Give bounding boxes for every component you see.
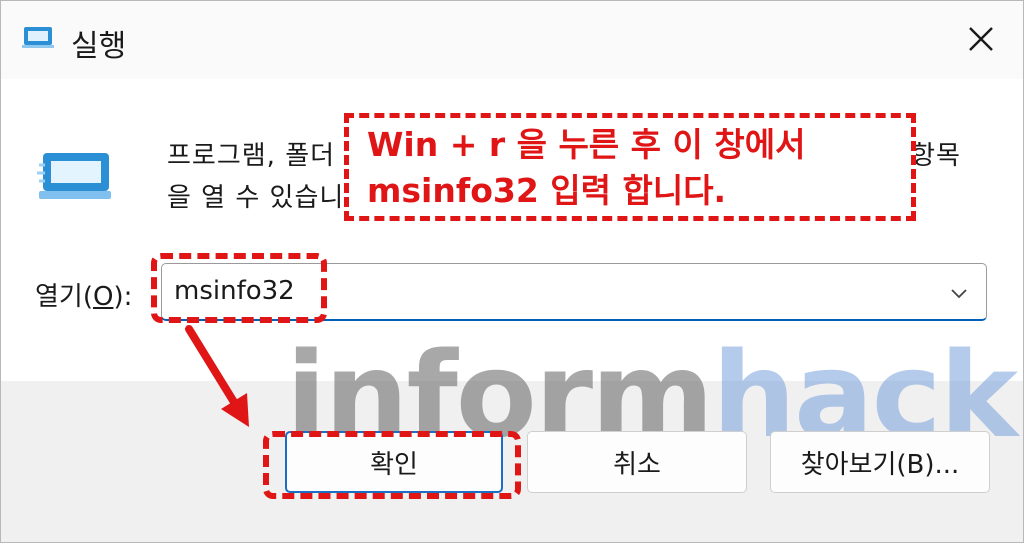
input-highlight xyxy=(151,253,327,323)
description-line-2: 을 열 수 있습니 xyxy=(167,183,345,213)
description-line-1-end: 항목 xyxy=(911,141,961,171)
chevron-down-icon[interactable] xyxy=(948,282,970,304)
window-title: 실행 xyxy=(71,29,127,64)
run-dialog-icon xyxy=(22,27,54,48)
title-bar: 실행 xyxy=(1,1,1023,79)
description-line-1: 프로그램, 폴더 xyxy=(167,141,336,171)
close-icon xyxy=(969,27,993,51)
callout-line-1: Win + r 을 누른 후 이 창에서 xyxy=(367,125,806,164)
cancel-button[interactable]: 취소 xyxy=(527,431,747,493)
run-dialog: 실행 프로그램, 폴더 항목 을 열 수 있습니 열기(O): msinfo32 … xyxy=(0,0,1024,543)
ok-button-highlight xyxy=(263,431,521,499)
browse-button[interactable]: 찾아보기(B)... xyxy=(770,431,990,493)
arrow-icon xyxy=(185,325,249,427)
close-button[interactable] xyxy=(953,13,1009,65)
instruction-callout: Win + r 을 누른 후 이 창에서 msinfo32 입력 합니다. xyxy=(344,113,916,221)
open-label: 열기(O): xyxy=(35,282,133,312)
callout-line-2: msinfo32 입력 합니다. xyxy=(367,171,727,210)
run-app-icon xyxy=(37,153,111,199)
